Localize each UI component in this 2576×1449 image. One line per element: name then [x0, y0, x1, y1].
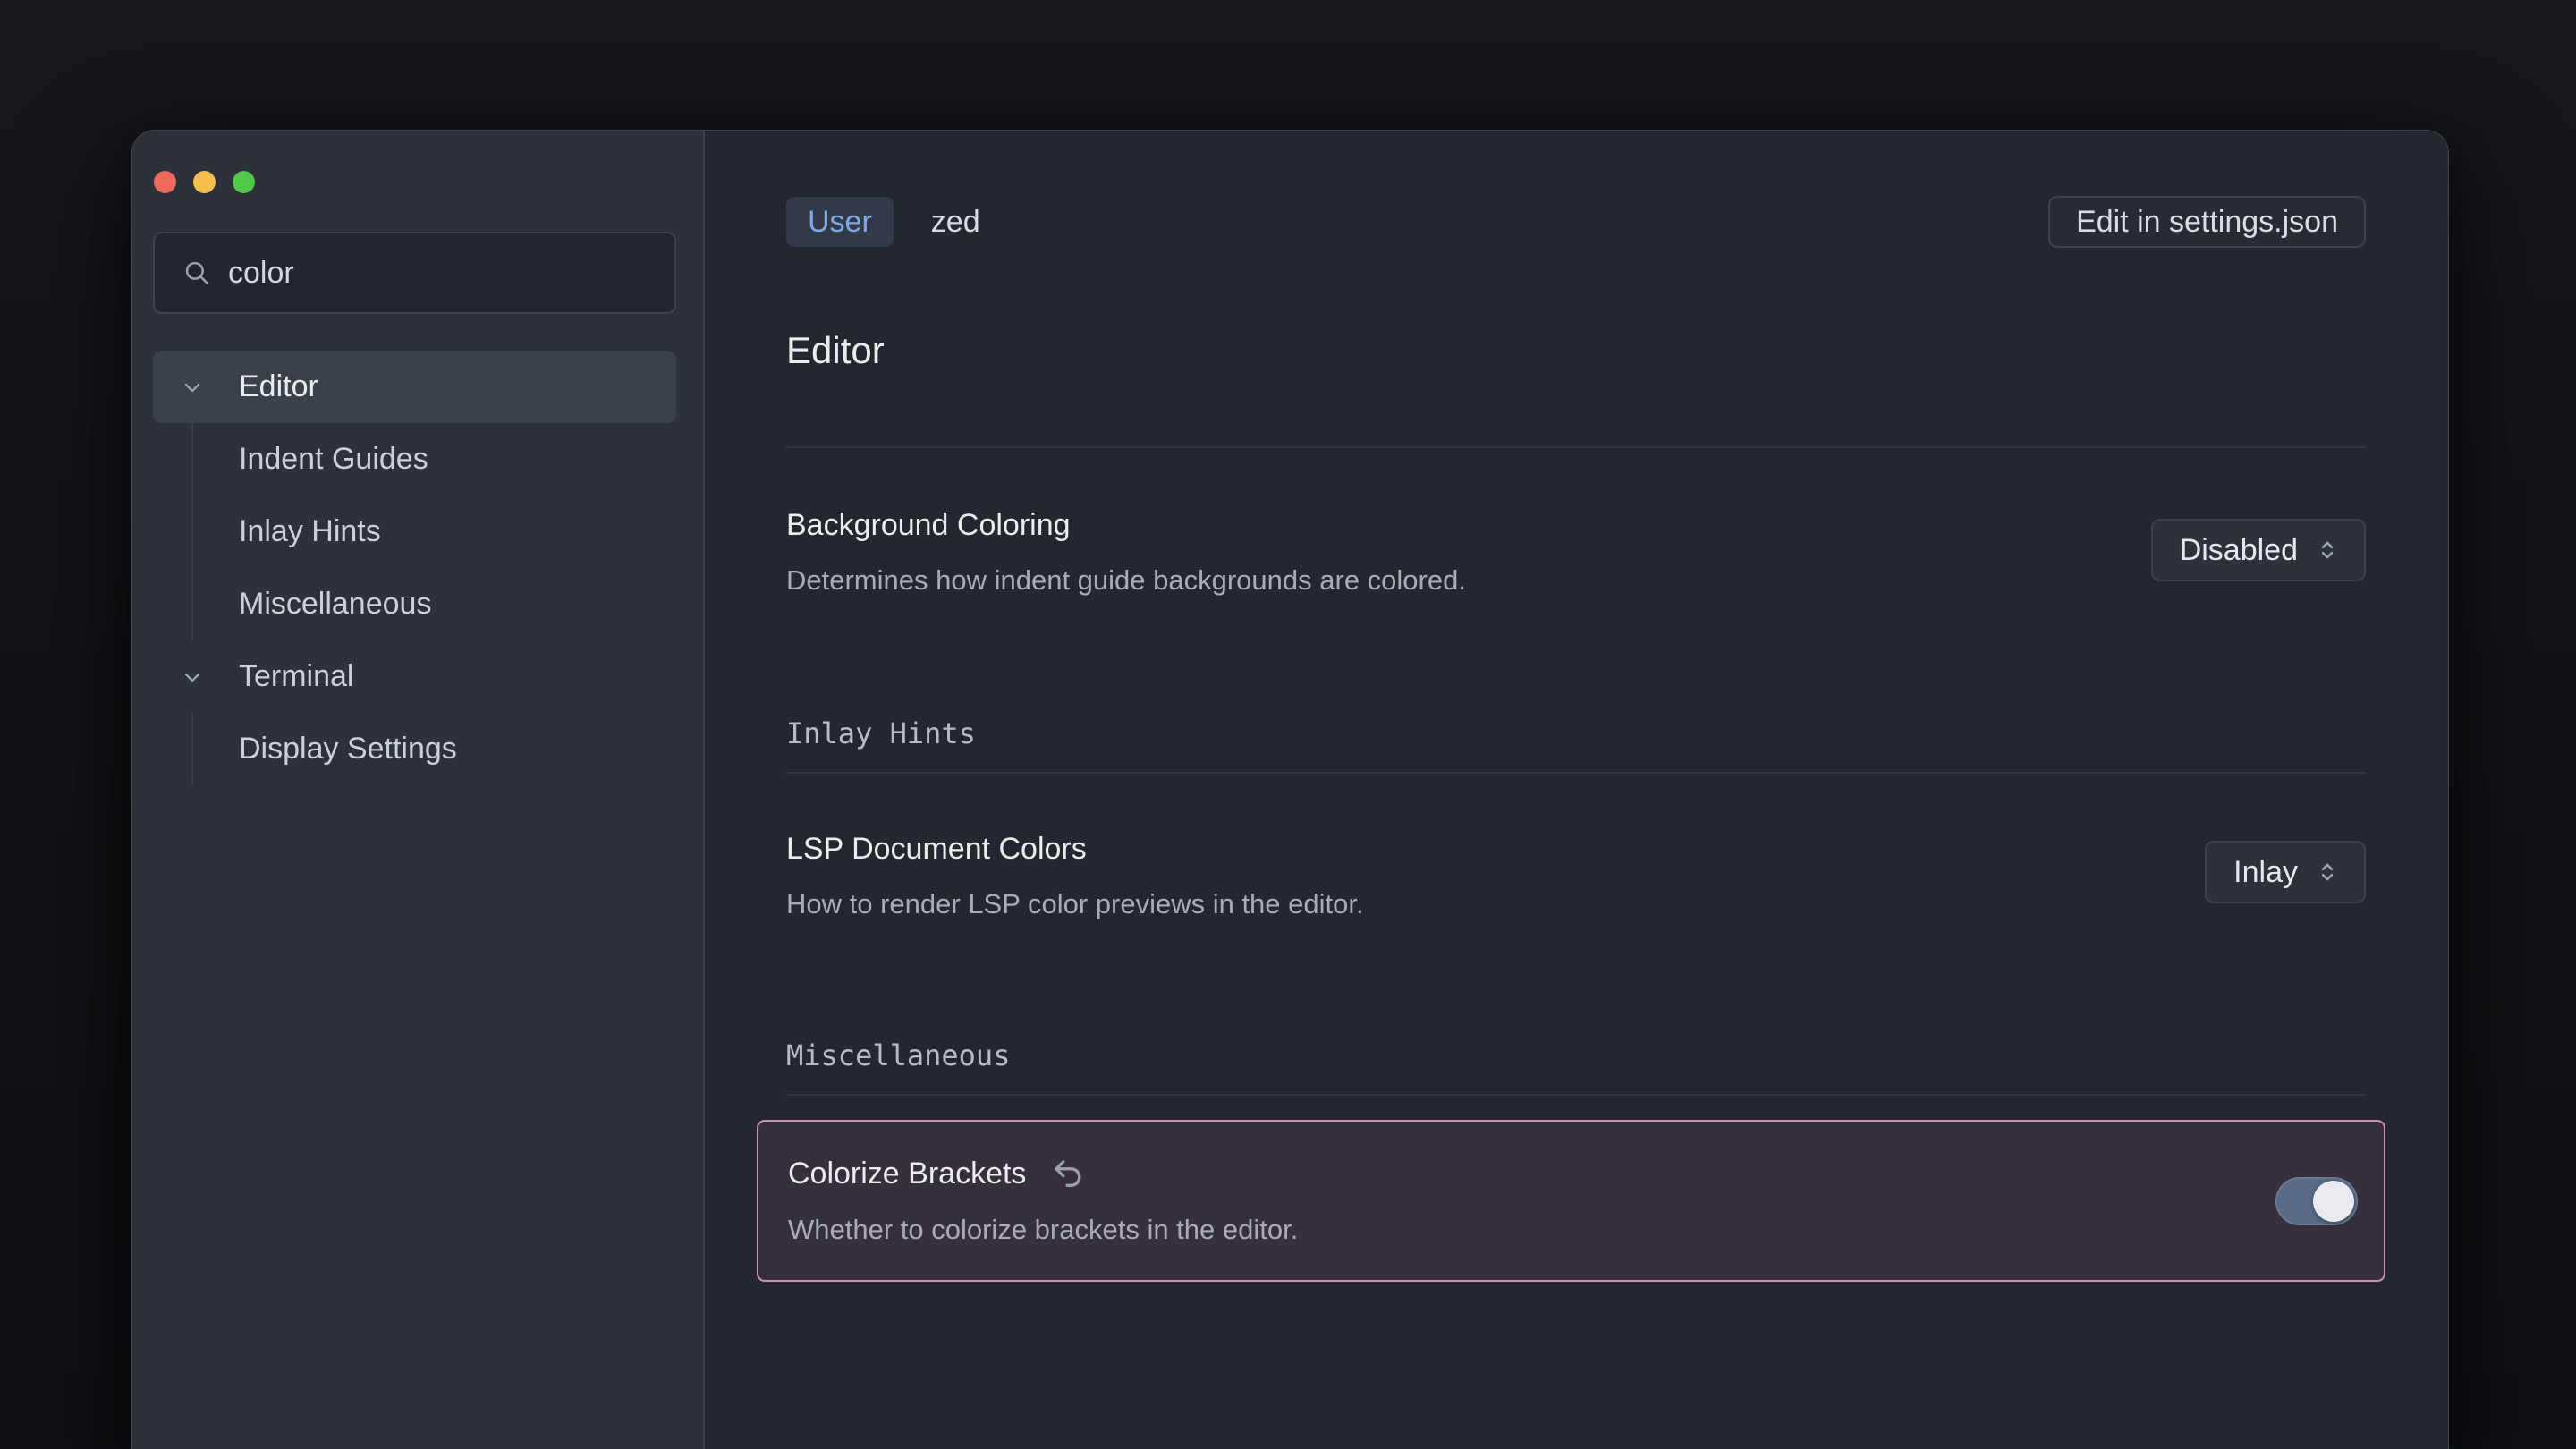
- minimize-button[interactable]: [193, 171, 216, 193]
- setting-row-lsp-document-colors: LSP Document Colors How to render LSP co…: [786, 831, 2366, 920]
- setting-description: Determines how indent guide backgrounds …: [786, 564, 2151, 597]
- setting-title: LSP Document Colors: [786, 831, 2205, 867]
- tab-user-label: User: [808, 205, 872, 240]
- chevron-down-icon[interactable]: [180, 665, 205, 690]
- close-button[interactable]: [154, 171, 176, 193]
- search-input[interactable]: [228, 256, 653, 291]
- window-controls: [153, 171, 674, 193]
- zoom-button[interactable]: [233, 171, 255, 193]
- sidebar-item-indent-guides[interactable]: Indent Guides: [153, 423, 676, 496]
- divider: [786, 446, 2366, 448]
- dropdown-value: Inlay: [2233, 855, 2298, 890]
- tab-zed[interactable]: zed: [910, 197, 1002, 247]
- divider: [786, 772, 2366, 774]
- section-heading-inlay-hints: Inlay Hints: [786, 719, 2366, 748]
- setting-title: Colorize Brackets: [788, 1156, 1026, 1191]
- setting-description: How to render LSP color previews in the …: [786, 888, 2205, 920]
- sidebar-item-label: Miscellaneous: [239, 587, 431, 622]
- lsp-document-colors-dropdown[interactable]: Inlay: [2205, 841, 2366, 903]
- sidebar-item-terminal[interactable]: Terminal: [153, 640, 676, 713]
- setting-texts: Colorize Brackets Whether to colorize br…: [788, 1122, 2275, 1280]
- setting-texts: LSP Document Colors How to render LSP co…: [786, 831, 2205, 920]
- sidebar-item-label: Indent Guides: [239, 442, 428, 477]
- tab-zed-label: zed: [931, 205, 980, 240]
- chevron-up-down-icon: [2314, 859, 2341, 886]
- dropdown-value: Disabled: [2180, 533, 2298, 568]
- search-icon: [176, 258, 212, 288]
- sidebar-item-label: Terminal: [239, 659, 353, 694]
- setting-row-colorize-brackets: Colorize Brackets Whether to colorize br…: [757, 1120, 2385, 1282]
- setting-row-background-coloring: Background Coloring Determines how inden…: [786, 507, 2366, 597]
- chevron-down-icon[interactable]: [180, 375, 205, 400]
- tab-user[interactable]: User: [786, 197, 894, 247]
- settings-nav: Editor Indent Guides Inlay Hints Miscell…: [153, 351, 674, 785]
- chevron-up-down-icon: [2314, 537, 2341, 564]
- sidebar-item-label: Display Settings: [239, 732, 457, 767]
- sidebar-item-display-settings[interactable]: Display Settings: [153, 713, 676, 785]
- sidebar-item-label: Inlay Hints: [239, 514, 381, 549]
- sidebar-item-inlay-hints[interactable]: Inlay Hints: [153, 496, 676, 568]
- page-title: Editor: [786, 330, 2366, 371]
- settings-content: User zed Edit in settings.json Editor Ba…: [705, 131, 2448, 1449]
- section-heading-miscellaneous: Miscellaneous: [786, 1041, 2366, 1070]
- toggle-knob: [2313, 1181, 2354, 1222]
- colorize-brackets-toggle[interactable]: [2275, 1177, 2358, 1225]
- sidebar: Editor Indent Guides Inlay Hints Miscell…: [132, 131, 705, 1449]
- edit-in-settings-json-button[interactable]: Edit in settings.json: [2048, 196, 2366, 248]
- settings-window: Editor Indent Guides Inlay Hints Miscell…: [131, 130, 2449, 1449]
- reset-to-default-icon[interactable]: [1049, 1155, 1087, 1192]
- sidebar-item-label: Editor: [239, 369, 318, 404]
- settings-search[interactable]: [153, 232, 676, 314]
- setting-title: Background Coloring: [786, 507, 2151, 543]
- divider: [786, 1094, 2366, 1096]
- background-coloring-dropdown[interactable]: Disabled: [2151, 519, 2366, 581]
- setting-description: Whether to colorize brackets in the edit…: [788, 1214, 2275, 1246]
- setting-texts: Background Coloring Determines how inden…: [786, 507, 2151, 597]
- sidebar-item-miscellaneous[interactable]: Miscellaneous: [153, 568, 676, 640]
- sidebar-item-editor[interactable]: Editor: [153, 351, 676, 423]
- tabs-row: User zed Edit in settings.json: [786, 196, 2366, 248]
